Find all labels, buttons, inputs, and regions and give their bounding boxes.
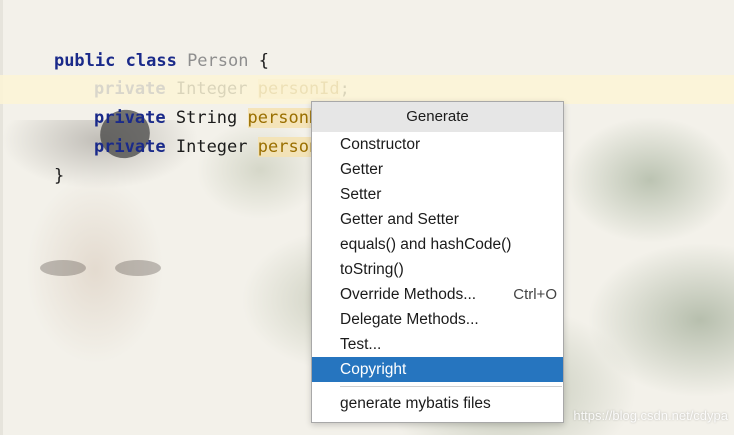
generate-popup[interactable]: Generate Constructor Getter Setter Gette… [311,101,564,423]
menu-item-label: Copyright [340,361,407,378]
menu-item-tostring[interactable]: toString() [312,257,563,282]
menu-item-label: Delegate Methods... [340,311,479,328]
menu-item-label: Override Methods... [340,286,477,303]
menu-item-label: Test... [340,336,382,353]
background-eye-left [40,260,86,276]
generate-menu: Constructor Getter Setter Getter and Set… [312,132,563,382]
menu-item-equals-hashcode[interactable]: equals() and hashCode() [312,232,563,257]
menu-item-label: Setter [340,186,382,203]
menu-item-label: Getter and Setter [340,211,459,228]
menu-separator [340,386,562,387]
generate-menu-extra: generate mybatis files [312,391,563,416]
menu-item-copyright[interactable]: Copyright [312,357,563,382]
menu-item-override-methods[interactable]: Override Methods... Ctrl+O [312,282,563,307]
menu-item-delegate-methods[interactable]: Delegate Methods... [312,307,563,332]
background-eye-right [115,260,161,276]
code-line-1[interactable]: public class Person { [0,18,734,71]
menu-item-label: generate mybatis files [340,395,491,412]
menu-item-getter[interactable]: Getter [312,157,563,182]
close-brace: } [53,166,65,186]
menu-item-label: toString() [340,261,404,278]
menu-item-constructor[interactable]: Constructor [312,132,563,157]
menu-item-test[interactable]: Test... [312,332,563,357]
code-line-3[interactable]: private String personName; [0,75,734,128]
menu-item-setter[interactable]: Setter [312,182,563,207]
menu-item-generate-mybatis-files[interactable]: generate mybatis files [312,391,563,416]
menu-item-label: Getter [340,161,384,178]
watermark: https://blog.csdn.net/cdypa [573,408,728,423]
menu-item-label: Constructor [340,136,421,153]
menu-item-label: equals() and hashCode() [340,236,512,253]
menu-item-getter-and-setter[interactable]: Getter and Setter [312,207,563,232]
popup-title: Generate [312,102,563,132]
shortcut-label: Ctrl+O [513,286,557,303]
code-line-2[interactable]: private Integer personId; [0,46,734,99]
